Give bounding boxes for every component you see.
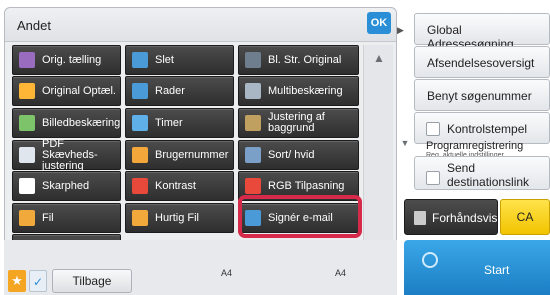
fn-button-label: Kontrast bbox=[155, 179, 196, 192]
fn-button-3[interactable]: Bl. Str. Original bbox=[238, 45, 359, 75]
multicrop-icon bbox=[245, 83, 261, 99]
folder-icon bbox=[19, 210, 35, 226]
preview-label: Forhåndsvis bbox=[432, 211, 498, 225]
fn-button-12[interactable]: Sort/ hvid bbox=[238, 140, 359, 170]
quick-file-icon bbox=[132, 210, 148, 226]
panel-scroll-down-icon[interactable]: ▼ bbox=[398, 138, 412, 154]
start-button[interactable]: Start bbox=[404, 240, 550, 295]
program-reg-button[interactable]: Programregistrering Reg. aktuelle indsti… bbox=[414, 140, 550, 159]
mixed-size-icon bbox=[245, 52, 261, 68]
send-overview-button[interactable]: Afsendelsesoversigt bbox=[414, 46, 550, 78]
popup-header: Andet OK bbox=[5, 8, 396, 42]
fn-button-17[interactable]: Hurtig Fil bbox=[125, 203, 234, 233]
sharpness-icon bbox=[19, 178, 35, 194]
ok-button[interactable]: OK bbox=[367, 12, 391, 34]
contrast-icon bbox=[132, 178, 148, 194]
fn-button-label: Multibeskæring bbox=[268, 84, 343, 97]
fn-button-label: Skarphed bbox=[42, 179, 90, 192]
fn-button-9[interactable]: Justering af baggrund bbox=[238, 108, 359, 138]
popup-scrollbar[interactable]: ▲ ▼ bbox=[363, 45, 393, 264]
control-stamp-checkbox[interactable] bbox=[426, 122, 440, 136]
fn-button-label: Justering af baggrund bbox=[268, 111, 325, 134]
bw-icon bbox=[245, 147, 261, 163]
fn-button-10[interactable]: PDF Skævheds-justering bbox=[12, 137, 121, 172]
start-label: Start bbox=[484, 263, 510, 277]
erase-icon bbox=[132, 52, 148, 68]
ca-button[interactable]: CA bbox=[500, 199, 550, 235]
use-number-label: Benyt søgenummer bbox=[427, 89, 532, 103]
back-button[interactable]: Tilbage bbox=[52, 269, 132, 293]
fn-button-label: Original Optæl. bbox=[42, 84, 116, 97]
check-icon[interactable]: ✓ bbox=[29, 270, 47, 292]
preview-icon bbox=[414, 211, 426, 225]
fn-button-7[interactable]: Billedbeskæring bbox=[12, 108, 121, 138]
use-number-button[interactable]: Benyt søgenummer bbox=[414, 79, 550, 111]
fn-button-16[interactable]: Fil bbox=[12, 203, 121, 233]
fn-button-label: Rader bbox=[155, 84, 185, 97]
fn-button-label: Orig. tælling bbox=[42, 53, 102, 66]
fn-button-label: PDF Skævheds-justering bbox=[42, 137, 98, 172]
paper-size-left: A4 bbox=[221, 268, 233, 278]
timer-icon bbox=[132, 115, 148, 131]
user-number-icon bbox=[132, 147, 148, 163]
fn-button-label: Fil bbox=[42, 211, 54, 224]
fn-button-2[interactable]: Slet bbox=[125, 45, 234, 75]
popup-title: Andet bbox=[17, 18, 51, 33]
fn-button-label: Timer bbox=[155, 116, 183, 129]
fn-button-13[interactable]: Skarphed bbox=[12, 171, 121, 201]
fn-button-label: Hurtig Fil bbox=[155, 211, 200, 224]
fn-button-label: RGB Tilpasning bbox=[268, 179, 345, 192]
skew-icon bbox=[19, 147, 35, 163]
fn-button-label: Sort/ hvid bbox=[268, 148, 315, 161]
fn-button-label: Slet bbox=[155, 53, 174, 66]
original-count-icon bbox=[19, 83, 35, 99]
scroll-up-icon[interactable]: ▲ bbox=[370, 49, 388, 67]
control-stamp-label: Kontrolstempel bbox=[447, 122, 528, 136]
fn-button-label: Brugernummer bbox=[155, 148, 229, 161]
start-icon bbox=[422, 252, 438, 268]
image-crop-icon bbox=[19, 115, 35, 131]
count-icon bbox=[19, 52, 35, 68]
fn-button-label: Bl. Str. Original bbox=[268, 53, 342, 66]
global-search-button[interactable]: Global Adressesøgning bbox=[414, 13, 550, 51]
fn-button-4[interactable]: Original Optæl. bbox=[12, 76, 121, 106]
rgb-icon bbox=[245, 178, 261, 194]
fn-button-1[interactable]: Orig. tælling bbox=[12, 45, 121, 75]
program-reg-label: Programregistrering bbox=[426, 140, 524, 152]
rows-icon bbox=[132, 83, 148, 99]
panel-toggle-icon[interactable]: ▶ bbox=[397, 25, 411, 45]
background-icon bbox=[245, 115, 261, 131]
fn-button-6[interactable]: Multibeskæring bbox=[238, 76, 359, 106]
send-link-button[interactable]: Send destinationslink bbox=[414, 156, 550, 190]
star-icon[interactable]: ★ bbox=[8, 270, 26, 292]
fn-button-14[interactable]: Kontrast bbox=[125, 171, 234, 201]
preview-button[interactable]: Forhåndsvis bbox=[404, 199, 498, 235]
send-link-label: Send destinationslink bbox=[447, 161, 530, 189]
send-link-checkbox[interactable] bbox=[426, 171, 440, 185]
paper-size-right: A4 bbox=[335, 268, 347, 278]
fn-button-5[interactable]: Rader bbox=[125, 76, 234, 106]
fn-button-11[interactable]: Brugernummer bbox=[125, 140, 234, 170]
fn-button-label: Billedbeskæring bbox=[42, 116, 121, 129]
send-overview-label: Afsendelsesoversigt bbox=[427, 56, 535, 70]
highlight-box bbox=[238, 195, 362, 238]
fn-button-8[interactable]: Timer bbox=[125, 108, 234, 138]
